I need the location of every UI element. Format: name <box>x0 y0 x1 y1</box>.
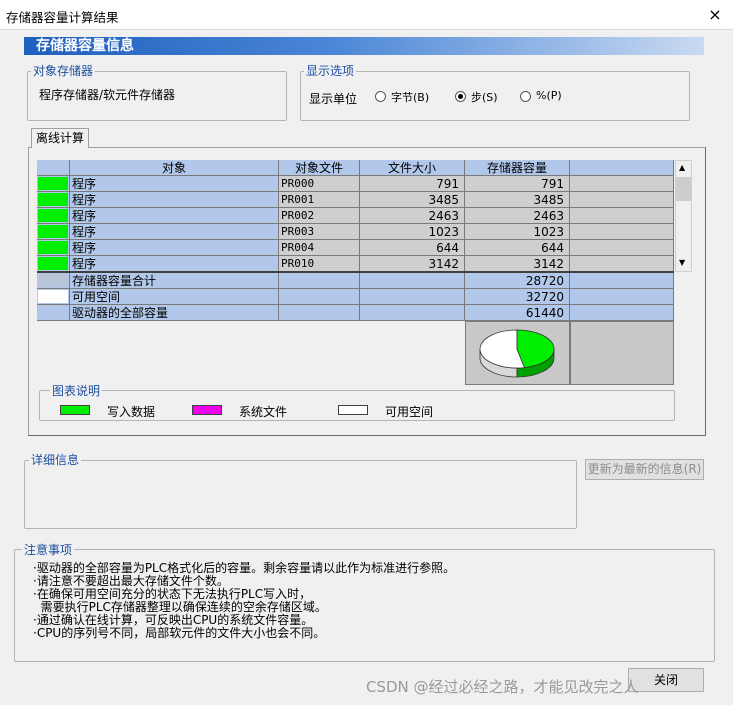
table-row-object[interactable]: 程序 <box>70 256 279 272</box>
table-row-capacity: 3485 <box>465 192 570 208</box>
table-row-object[interactable]: 程序 <box>70 240 279 256</box>
row-color-swatch <box>38 225 68 238</box>
summary-value: 28720 <box>465 273 570 289</box>
table-row-empty <box>570 256 674 272</box>
table-row-object[interactable]: 程序 <box>70 208 279 224</box>
table-row-empty <box>570 208 674 224</box>
summary-color-swatch <box>38 274 68 287</box>
row-color-swatch <box>38 193 68 206</box>
row-color-swatch <box>38 241 68 254</box>
details-group <box>24 460 577 529</box>
summary-empty <box>570 305 674 321</box>
table-row-size: 1023 <box>360 224 465 240</box>
table-row-file[interactable]: PR000 <box>279 176 360 192</box>
scroll-up-icon[interactable]: ▲ <box>679 163 685 172</box>
table-row-capacity: 644 <box>465 240 570 256</box>
table-header-cell: 对象文件 <box>279 160 360 176</box>
table-row-empty <box>570 192 674 208</box>
summary-empty <box>570 289 674 305</box>
table-row-capacity: 3142 <box>465 256 570 272</box>
section-banner: 存储器容量信息 <box>24 37 704 55</box>
summary-blank <box>279 305 360 321</box>
window-title: 存储器容量计算结果 <box>6 10 119 25</box>
table-header-cell: 存储器容量 <box>465 160 570 176</box>
legend-label: 写入数据 <box>107 405 156 419</box>
table-row-capacity: 1023 <box>465 224 570 240</box>
summary-blank <box>360 289 465 305</box>
summary-blank <box>360 273 465 289</box>
table-header-cell <box>570 160 674 176</box>
table-row-object[interactable]: 程序 <box>70 224 279 240</box>
notes-list: ·驱动器的全部容量为PLC格式化后的容量。剩余容量请以此作为标准进行参照。 ·请注… <box>33 562 455 640</box>
display-options-legend: 显示选项 <box>304 64 357 78</box>
close-button[interactable]: 关闭 <box>628 668 704 692</box>
summary-value: 32720 <box>465 289 570 305</box>
summary-empty <box>570 273 674 289</box>
unit-radio-label-2[interactable]: %(P) <box>536 89 562 102</box>
details-legend: 详细信息 <box>29 453 82 467</box>
row-color-swatch <box>38 209 68 222</box>
close-icon[interactable]: × <box>705 4 725 26</box>
table-row-capacity: 791 <box>465 176 570 192</box>
table-row-file[interactable]: PR004 <box>279 240 360 256</box>
legend-swatch <box>192 405 222 415</box>
unit-radio-label-1[interactable]: 步(S) <box>471 89 498 105</box>
summary-blank <box>279 273 360 289</box>
row-color-swatch <box>38 257 68 270</box>
target-memory-value: 程序存储器/软元件存储器 <box>39 88 176 102</box>
table-header-cell: 对象 <box>70 160 279 176</box>
table-row-file[interactable]: PR001 <box>279 192 360 208</box>
legend-label: 可用空间 <box>385 405 434 419</box>
summary-color-swatch <box>38 290 68 303</box>
legend-swatch <box>60 405 90 415</box>
tab-offline-calc[interactable]: 离线计算 <box>31 128 89 148</box>
banner-title: 存储器容量信息 <box>36 38 134 54</box>
summary-value: 61440 <box>465 305 570 321</box>
title-bar: 存储器容量计算结果 × <box>0 0 733 30</box>
table-row-file[interactable]: PR010 <box>279 256 360 272</box>
table-row-empty <box>570 224 674 240</box>
summary-label: 可用空间 <box>70 289 279 305</box>
legend-swatch <box>338 405 368 415</box>
table-row-object[interactable]: 程序 <box>70 192 279 208</box>
table-row-file[interactable]: PR003 <box>279 224 360 240</box>
display-unit-label: 显示单位 <box>309 92 358 106</box>
table-row-size: 791 <box>360 176 465 192</box>
table-row-size: 3485 <box>360 192 465 208</box>
target-memory-legend: 对象存储器 <box>31 64 96 78</box>
watermark: CSDN @经过必经之路，才能见改完之人 <box>366 678 639 696</box>
table-header-cell <box>37 160 70 176</box>
note-line: ·CPU的序列号不同，局部软元件的文件大小也会不同。 <box>33 626 326 640</box>
pie-empty-cell <box>570 321 674 385</box>
table-row-size: 3142 <box>360 256 465 272</box>
unit-radio-2[interactable] <box>520 91 531 102</box>
scroll-thumb[interactable] <box>676 177 691 201</box>
table-row-capacity: 2463 <box>465 208 570 224</box>
unit-radio-1[interactable] <box>455 91 466 102</box>
table-row-file[interactable]: PR002 <box>279 208 360 224</box>
capacity-pie-chart <box>479 329 555 378</box>
refresh-button[interactable]: 更新为最新的信息(R) <box>585 459 704 480</box>
scroll-down-icon[interactable]: ▼ <box>679 258 685 267</box>
summary-label: 存储器容量合计 <box>70 273 279 289</box>
notes-legend: 注意事项 <box>22 543 75 557</box>
table-row-object[interactable]: 程序 <box>70 176 279 192</box>
table-row-empty <box>570 176 674 192</box>
legend-label: 系统文件 <box>239 405 288 419</box>
table-row-size: 644 <box>360 240 465 256</box>
summary-blank <box>360 305 465 321</box>
memory-table: 对象 对象文件 文件大小 存储器容量 程序 PR000 791 791 程序 PR001 3485 3… <box>37 160 674 385</box>
chart-legend-title: 图表说明 <box>50 384 103 398</box>
table-row-empty <box>570 240 674 256</box>
table-row-size: 2463 <box>360 208 465 224</box>
table-header-cell: 文件大小 <box>360 160 465 176</box>
summary-color-swatch <box>38 306 68 319</box>
summary-label: 驱动器的全部容量 <box>70 305 279 321</box>
unit-radio-0[interactable] <box>375 91 386 102</box>
tab-label: 离线计算 <box>35 131 84 145</box>
table-scrollbar[interactable]: ▲ ▼ <box>675 160 692 272</box>
summary-blank <box>279 289 360 305</box>
row-color-swatch <box>38 177 68 190</box>
unit-radio-label-0[interactable]: 字节(B) <box>391 89 429 105</box>
